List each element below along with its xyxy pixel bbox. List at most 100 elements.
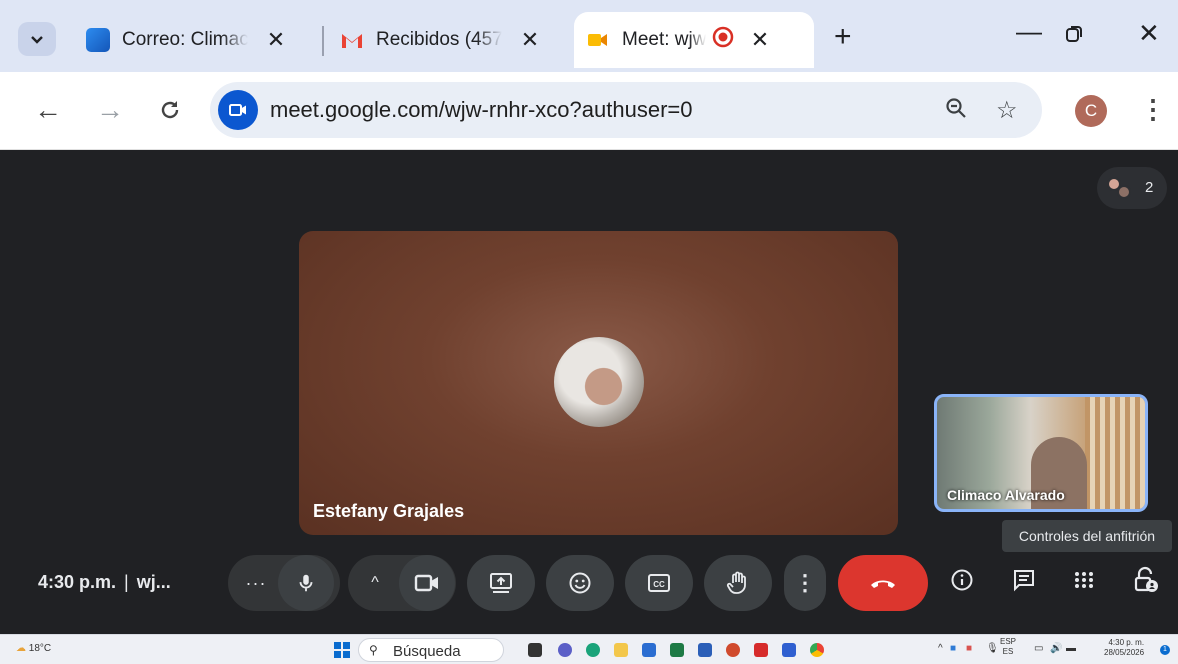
microphone-icon[interactable]: 🎙 [986,643,999,654]
avatar [554,337,644,427]
forward-button[interactable]: → [96,94,124,126]
info-icon [951,569,973,591]
chrome-icon[interactable] [810,643,824,657]
lang-bottom: ES [1002,647,1014,656]
word-icon[interactable] [698,643,712,657]
captions-button[interactable]: CC [625,555,693,611]
meeting-code: wj... [136,572,171,592]
meet-icon [586,28,610,52]
plus-icon: + [834,20,852,53]
leave-call-button[interactable] [838,555,928,611]
outlook-icon[interactable] [782,643,796,657]
tab-strip: Correo: Climaco Alvarado ✕ Recibidos (45… [0,0,1178,72]
tray-app-icon[interactable]: ■ [966,643,972,654]
windows-taskbar: ☁ 18°C ⚲ Búsqueda ^ ■ ■ 🎙 ESP ES ▭ 🔊 ▬ 4… [0,634,1178,664]
weather-widget[interactable]: ☁ 18°C [16,643,51,654]
search-icon: ⚲ [369,643,378,657]
notification-badge[interactable]: 1 [1160,645,1170,655]
participant-name: Climaco Alvarado [947,487,1065,503]
file-explorer-icon[interactable] [614,643,628,657]
profile-avatar[interactable]: C [1075,95,1107,127]
tab-recibidos[interactable]: Recibidos (457) ✕ [328,12,554,68]
separator: | [124,572,129,592]
participants-badge[interactable]: 2 [1097,167,1167,209]
microphone-icon [299,574,313,592]
close-window-button[interactable]: ✕ [1138,18,1160,49]
close-icon[interactable]: ✕ [264,27,288,53]
zoom-out-icon[interactable] [944,96,968,127]
more-options-button[interactable]: ⋮ [784,555,826,611]
tab-title: Correo: Climaco Alvarado [122,29,248,50]
restore-button[interactable] [1064,20,1084,51]
close-icon[interactable]: ✕ [748,27,772,53]
close-icon[interactable]: ✕ [518,27,542,53]
clock-time: 4:30 p. m. [1108,638,1145,647]
microphone-button[interactable] [278,555,334,611]
participant-tile[interactable]: Estefany Grajales [299,231,898,535]
network-icon[interactable]: ▭ [1034,643,1043,654]
video-options-button[interactable]: ^ [348,555,402,611]
tab-correo[interactable]: Correo: Climaco Alvarado ✕ [74,12,300,68]
powerpoint-icon[interactable] [726,643,740,657]
address-bar[interactable]: meet.google.com/wjw-rnhr-xco?authuser=0 … [210,82,1042,138]
recording-dot-icon [712,26,734,54]
tab-title: Meet: wjw-rnhr-xco [622,29,706,50]
raise-hand-button[interactable] [704,555,772,611]
chat-button[interactable] [1012,568,1036,599]
reload-icon [161,101,179,119]
meeting-time: 4:30 p.m. [38,572,117,592]
back-button[interactable]: ← [34,94,62,126]
acrobat-icon[interactable] [754,643,768,657]
tab-meet[interactable]: Meet: wjw-rnhr-xco ✕ [574,12,814,68]
self-view-tile[interactable]: Climaco Alvarado [934,394,1148,512]
tab-divider [322,26,324,56]
minimize-button[interactable]: — [1016,16,1042,47]
present-icon [490,573,512,593]
clock-date: 28/05/2026 [1104,648,1145,657]
emoji-icon [569,572,591,594]
taskbar-search[interactable]: ⚲ Búsqueda [358,638,504,662]
system-clock[interactable]: 4:30 p. m. 28/05/2026 [1104,638,1144,658]
lang-top: ESP [1000,637,1017,646]
present-screen-button[interactable] [467,555,535,611]
edge-icon[interactable] [586,643,600,657]
camera-button[interactable] [399,555,455,611]
svg-text:CC: CC [653,580,665,589]
arrow-left-icon: ← [34,94,62,125]
tab-search-button[interactable] [18,22,56,56]
close-icon: ✕ [1138,18,1160,48]
url-text[interactable]: meet.google.com/wjw-rnhr-xco?authuser=0 [270,97,692,123]
search-placeholder: Búsqueda [393,643,461,660]
new-tab-button[interactable]: + [834,20,852,54]
outlook-icon [86,28,110,52]
meeting-info-button[interactable] [950,568,974,599]
host-controls-button[interactable] [1132,566,1160,601]
excel-icon[interactable] [670,643,684,657]
chevron-up-icon[interactable]: ^ [938,643,943,654]
copilot-icon[interactable] [558,643,572,657]
audio-options-button[interactable]: ··· [228,555,284,611]
tooltip: Controles del anfitrión [1002,520,1172,552]
kebab-icon: ⋮ [794,570,816,595]
gmail-icon [340,28,364,52]
more-horizontal-icon: ··· [245,572,267,593]
battery-icon[interactable]: ▬ [1066,643,1076,654]
activities-button[interactable] [1072,568,1096,599]
star-icon[interactable]: ☆ [996,96,1018,125]
apps-grid-icon [1075,572,1093,588]
meet-site-icon[interactable] [218,90,258,130]
browser-menu-button[interactable]: ⋮ [1140,94,1166,125]
tray-app-icon[interactable]: ■ [950,643,956,654]
arrow-right-icon: → [96,94,124,125]
task-view-icon[interactable] [528,643,542,657]
cloud-sun-icon: ☁ [16,643,26,654]
windows-start-button[interactable] [334,642,350,658]
reload-button[interactable] [158,94,182,129]
weather-temp: 18°C [28,643,52,654]
browser-toolbar: ← → meet.google.com/wjw-rnhr-xco?authuse… [0,72,1178,150]
raise-hand-icon [726,571,746,594]
reactions-button[interactable] [546,555,614,611]
language-indicator[interactable]: ESP ES [1000,637,1016,657]
volume-icon[interactable]: 🔊 [1050,643,1062,654]
store-icon[interactable] [642,643,656,657]
